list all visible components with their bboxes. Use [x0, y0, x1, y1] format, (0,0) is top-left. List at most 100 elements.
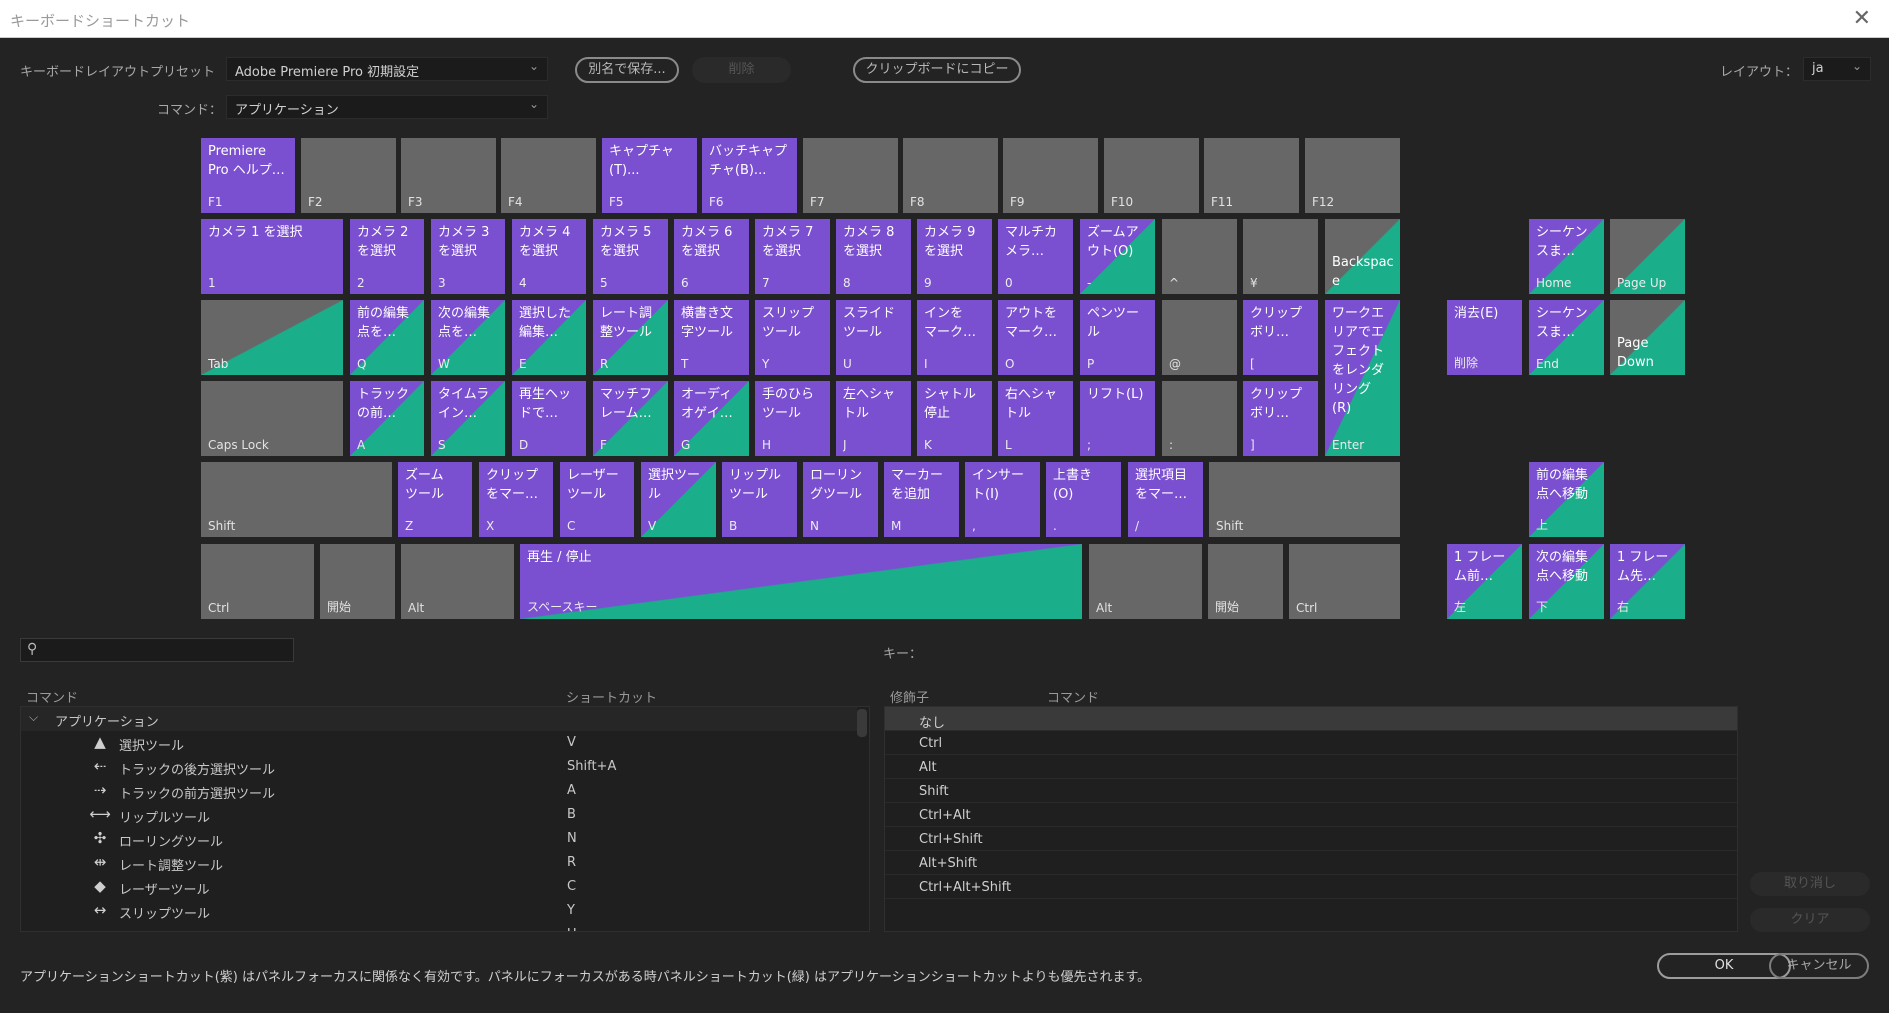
command-shortcut[interactable]: Y — [567, 903, 575, 918]
undo-button[interactable]: 取り消し — [1750, 872, 1870, 896]
key-f2[interactable]: F2 — [301, 138, 396, 213]
key-c[interactable]: レーザー ツール C — [560, 462, 634, 537]
key-f10[interactable]: F10 — [1104, 138, 1199, 213]
modifier-row[interactable]: Ctrl — [885, 731, 1737, 755]
key-p[interactable]: ペンツー ルP — [1080, 300, 1155, 375]
key-left-start[interactable]: 開始 — [320, 544, 395, 619]
key-4[interactable]: カメラ 4 を選択 4 — [512, 219, 586, 294]
key-f11[interactable]: F11 — [1204, 138, 1299, 213]
key-e[interactable]: 選択した 編集… E — [512, 300, 586, 375]
key-delete[interactable]: 消去(E) 削除 — [1447, 300, 1522, 375]
key-home[interactable]: シーケン スま… Home — [1529, 219, 1604, 294]
command-row[interactable]: ▲ 選択ツール V — [21, 731, 857, 755]
key-right-start[interactable]: 開始 — [1208, 544, 1283, 619]
key-f12[interactable]: F12 — [1305, 138, 1400, 213]
key-f1[interactable]: Premiere Pro ヘルプ… F1 — [201, 138, 295, 213]
key-arrow-up[interactable]: 前の編集 点へ移動上 — [1529, 462, 1604, 537]
key-f9[interactable]: F9 — [1003, 138, 1098, 213]
command-shortcut[interactable]: B — [567, 807, 576, 822]
key-left-alt[interactable]: Alt — [401, 544, 514, 619]
close-icon[interactable]: ✕ — [1853, 6, 1871, 31]
key-7[interactable]: カメラ 7 を選択 7 — [755, 219, 830, 294]
modifier-row[interactable]: Alt+Shift — [885, 851, 1737, 875]
key-3[interactable]: カメラ 3 を選択 3 — [431, 219, 505, 294]
key-arrow-down[interactable]: 次の編集 点へ移動下 — [1529, 544, 1604, 619]
command-row[interactable]: ✣ ローリングツール N — [21, 827, 857, 851]
key-a[interactable]: トラック の前… A — [350, 381, 424, 456]
key-page-up[interactable]: Page Up — [1610, 219, 1685, 294]
key-left-ctrl[interactable]: Ctrl — [201, 544, 314, 619]
key-semicolon[interactable]: リフト(L); — [1080, 381, 1155, 456]
key-enter[interactable]: ワークエ リアでエ フェクト をレンダ リング (R) Enter — [1325, 300, 1400, 456]
key-d[interactable]: 再生ヘッ ドで… D — [512, 381, 586, 456]
modifier-row[interactable]: Ctrl+Alt+Shift — [885, 875, 1737, 899]
key-left-shift[interactable]: Shift — [201, 462, 392, 537]
key-v[interactable]: 選択ツー ルV — [641, 462, 716, 537]
key-g[interactable]: オーディ オゲイ… G — [674, 381, 749, 456]
key-arrow-right[interactable]: 1 フレー ム先… 右 — [1610, 544, 1685, 619]
search-field[interactable] — [47, 641, 287, 659]
chevron-down-icon[interactable]: ⌵ — [29, 710, 38, 725]
key-page-down[interactable]: Page Down — [1610, 300, 1685, 375]
command-shortcut[interactable]: Shift+A — [567, 759, 616, 774]
key-tab[interactable]: Tab — [201, 300, 343, 375]
preset-dropdown[interactable]: Adobe Premiere Pro 初期設定 ⌄ — [226, 57, 548, 81]
key-r[interactable]: レート調 整ツール R — [593, 300, 668, 375]
key-right-alt[interactable]: Alt — [1089, 544, 1202, 619]
key-s[interactable]: タイムラ イン… S — [431, 381, 505, 456]
modifier-row[interactable]: Ctrl+Shift — [885, 827, 1737, 851]
clear-button[interactable]: クリア — [1750, 908, 1870, 932]
key-caps-lock[interactable]: Caps Lock — [201, 381, 343, 456]
key-1[interactable]: カメラ 1 を選択 1 — [201, 219, 343, 294]
key-right-ctrl[interactable]: Ctrl — [1289, 544, 1400, 619]
command-shortcut[interactable]: U — [567, 927, 577, 931]
command-row[interactable]: ↔ スリップツール Y — [21, 899, 857, 923]
key-f5[interactable]: キャプチャ (T)... F5 — [602, 138, 697, 213]
key-backspace[interactable]: Backspac e — [1325, 219, 1400, 294]
command-row[interactable]: ⇔ スライドツール U — [21, 923, 857, 931]
command-row[interactable]: ⇹ レート調整ツール R — [21, 851, 857, 875]
key-h[interactable]: 手のひら ツール H — [755, 381, 830, 456]
key-q[interactable]: 前の編集 点を… Q — [350, 300, 424, 375]
key-k[interactable]: シャトル 停止 K — [917, 381, 992, 456]
layout-dropdown[interactable]: ja ⌄ — [1803, 57, 1871, 81]
key-comma[interactable]: インサー ト(I), — [965, 462, 1040, 537]
command-row[interactable]: ◆ レーザーツール C — [21, 875, 857, 899]
key-colon[interactable]: : — [1162, 381, 1237, 456]
key-6[interactable]: カメラ 6 を選択 6 — [674, 219, 749, 294]
key-period[interactable]: 上書き (O). — [1046, 462, 1121, 537]
delete-preset-button[interactable]: 削除 — [692, 57, 791, 83]
command-shortcut[interactable]: V — [567, 735, 576, 750]
command-shortcut[interactable]: N — [567, 831, 577, 846]
key-arrow-left[interactable]: 1 フレー ム前… 左 — [1447, 544, 1522, 619]
key-f3[interactable]: F3 — [401, 138, 496, 213]
command-column-header[interactable]: コマンド — [26, 687, 78, 706]
key-y[interactable]: スリップ ツール Y — [755, 300, 830, 375]
key-i[interactable]: インを マーク… I — [917, 300, 992, 375]
key-at[interactable]: @ — [1162, 300, 1237, 375]
key-yen[interactable]: ¥ — [1243, 219, 1318, 294]
key-0[interactable]: マルチカ メラ… 0 — [998, 219, 1073, 294]
key-w[interactable]: 次の編集 点を… W — [431, 300, 505, 375]
key-b[interactable]: リップル ツール B — [722, 462, 797, 537]
key-right-bracket[interactable]: クリップ ボリ…] — [1243, 381, 1318, 456]
key-slash[interactable]: 選択項目 をマー… / — [1128, 462, 1203, 537]
key-5[interactable]: カメラ 5 を選択 5 — [593, 219, 668, 294]
key-o[interactable]: アウトを マーク… O — [998, 300, 1073, 375]
key-x[interactable]: クリップ をマー… X — [479, 462, 553, 537]
key-f[interactable]: マッチフ レーム… F — [593, 381, 668, 456]
modifier-row[interactable]: Shift — [885, 779, 1737, 803]
key-space[interactable]: 再生 / 停止 スペースキー — [520, 544, 1082, 619]
key-j[interactable]: 左へシャ トル J — [836, 381, 911, 456]
shortcut-column-header[interactable]: ショートカット — [566, 687, 657, 706]
key-n[interactable]: ローリン グツール N — [803, 462, 878, 537]
command-shortcut[interactable]: A — [567, 783, 576, 798]
key-u[interactable]: スライド ツール U — [836, 300, 911, 375]
command-group-row[interactable]: ⌵ アプリケーション — [21, 707, 857, 731]
cancel-button[interactable]: キャンセル — [1769, 953, 1869, 979]
key-f7[interactable]: F7 — [803, 138, 898, 213]
search-input[interactable]: ⚲ — [20, 638, 294, 662]
key-9[interactable]: カメラ 9 を選択 9 — [917, 219, 992, 294]
command-row[interactable]: ⇠ トラックの後方選択ツール Shift+A — [21, 755, 857, 779]
key-t[interactable]: 横書き文 字ツール T — [674, 300, 749, 375]
